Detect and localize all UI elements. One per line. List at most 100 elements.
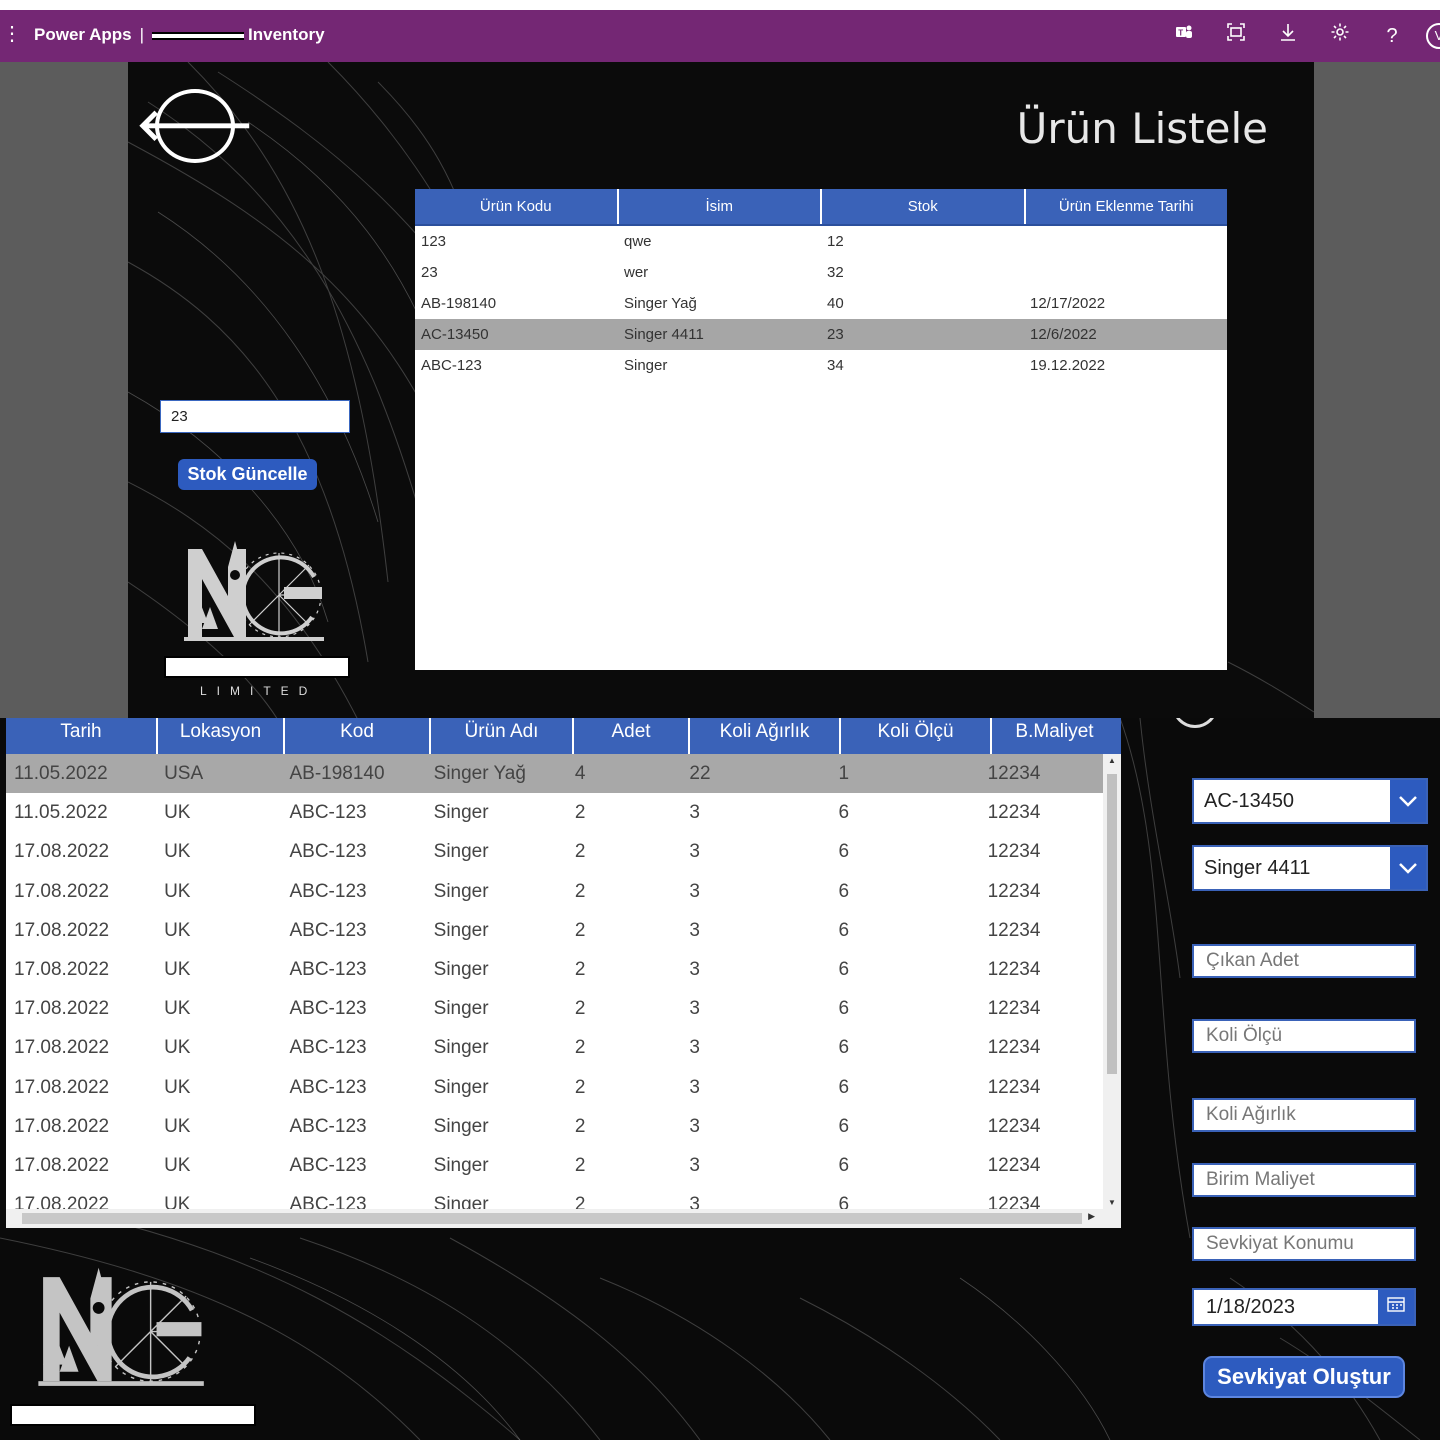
help-icon[interactable]: ? — [1366, 23, 1418, 49]
table-cell: 12234 — [987, 763, 1041, 784]
stok-guncelle-button[interactable]: Stok Güncelle — [178, 459, 317, 490]
scroll-thumb[interactable] — [22, 1213, 1082, 1224]
table-cell: Singer — [433, 919, 489, 941]
table-cell: 6 — [838, 1194, 850, 1209]
column-header[interactable]: Tarih — [6, 718, 158, 754]
column-header[interactable]: Kod — [285, 718, 431, 754]
table-cell: 12234 — [987, 1154, 1041, 1176]
scroll-thumb[interactable] — [1107, 774, 1117, 1074]
column-header[interactable]: İsim — [619, 189, 822, 224]
table-row[interactable]: 17.08.2022 UK ABC-123 Singer 2 3 6 12234 — [6, 1185, 1103, 1209]
table-row[interactable]: 17.08.2022 UK ABC-123 Singer 2 3 6 12234 — [6, 950, 1103, 989]
stock-input[interactable]: 23 — [160, 400, 350, 433]
column-header[interactable]: Ürün Kodu — [415, 189, 619, 224]
table-row[interactable]: AB-198140 Singer Yağ 40 12/17/2022 — [415, 288, 1227, 319]
download-icon[interactable] — [1262, 22, 1314, 49]
table-cell: 2 — [574, 841, 586, 863]
table-cell: 17.08.2022 — [14, 880, 110, 902]
date-picker[interactable]: 1/18/2023 — [1192, 1288, 1416, 1326]
scroll-down-icon[interactable]: ▼ — [1103, 1198, 1121, 1207]
table-cell: 3 — [689, 1076, 700, 1098]
table-cell: ABC-123 — [289, 1037, 367, 1059]
table-cell: 3 — [689, 1115, 700, 1137]
table-row[interactable]: 17.08.2022 UK ABC-123 Singer 2 3 6 12234 — [6, 911, 1103, 950]
table-row[interactable]: 11.05.2022 USA AB-198140 Singer Yağ 4 22 1 1223… — [6, 754, 1103, 794]
table-cell: 12 — [827, 233, 844, 250]
table-row[interactable]: 17.08.2022 UK ABC-123 Singer 2 3 6 12234 — [6, 1146, 1103, 1185]
table-row[interactable]: 17.08.2022 UK ABC-123 Singer 2 3 6 12234 — [6, 832, 1103, 871]
table-cell: 6 — [838, 958, 850, 980]
sevkiyat-table-header: Tarih Lokasyon Kod Ürün Adı Adet Koli Ağ… — [6, 718, 1121, 754]
column-header[interactable]: Stok — [822, 189, 1026, 224]
sevkiyat-screen: Tarih Lokasyon Kod Ürün Adı Adet Koli Ağ… — [0, 718, 1440, 1440]
column-header[interactable]: B.Maliyet — [992, 718, 1117, 754]
table-cell: 12234 — [987, 880, 1041, 902]
table-cell: ABC-123 — [289, 1115, 367, 1137]
calendar-icon[interactable] — [1378, 1290, 1414, 1324]
table-cell: 4 — [574, 763, 586, 784]
table-cell: qwe — [624, 233, 652, 250]
table-cell: Singer Yağ — [624, 295, 697, 312]
avatar[interactable]: V — [1426, 22, 1440, 49]
company-logo — [184, 541, 324, 641]
fit-screen-icon[interactable] — [1210, 22, 1262, 49]
product-name-dropdown[interactable]: Singer 4411 — [1192, 845, 1428, 891]
koli-olcu-input[interactable]: Koli Ölçü — [1192, 1019, 1416, 1053]
cikan-adet-input[interactable]: Çıkan Adet — [1192, 944, 1416, 978]
chevron-down-icon[interactable] — [1390, 780, 1426, 822]
sevkiyat-olustur-button[interactable]: Sevkiyat Oluştur — [1203, 1356, 1405, 1398]
table-cell: Singer — [433, 1037, 489, 1059]
table-cell: ABC-123 — [421, 357, 482, 374]
table-cell: 6 — [838, 880, 850, 902]
table-cell: 2 — [574, 802, 586, 824]
table-cell: 6 — [838, 1037, 850, 1059]
product-code-dropdown[interactable]: AC-13450 — [1192, 778, 1428, 824]
table-row[interactable]: 17.08.2022 UK ABC-123 Singer 2 3 6 12234 — [6, 1028, 1103, 1067]
table-cell: 6 — [838, 998, 850, 1020]
table-cell: 1 — [838, 763, 850, 784]
table-cell: 2 — [574, 1076, 586, 1098]
table-row[interactable]: ABC-123 Singer 34 19.12.2022 — [415, 350, 1227, 381]
table-cell: 2 — [574, 919, 586, 941]
table-row[interactable]: AC-13450 Singer 4411 23 12/6/2022 — [415, 319, 1227, 350]
table-row[interactable]: 23 wer 32 — [415, 257, 1227, 288]
settings-icon[interactable] — [1314, 22, 1366, 49]
column-header[interactable]: Ürün Eklenme Tarihi — [1026, 189, 1228, 224]
column-header[interactable]: Koli Ölçü — [841, 718, 992, 754]
scroll-up-icon[interactable]: ▲ — [1103, 756, 1121, 765]
table-cell: 2 — [574, 1194, 586, 1209]
column-header[interactable]: Adet — [574, 718, 690, 754]
table-cell: 12234 — [987, 919, 1041, 941]
chevron-down-icon[interactable] — [1390, 847, 1426, 889]
table-cell: 12234 — [987, 841, 1041, 863]
birim-maliyet-input[interactable]: Birim Maliyet — [1192, 1163, 1416, 1197]
teams-icon[interactable]: T — [1158, 22, 1210, 49]
table-row[interactable]: 123 qwe 12 — [415, 226, 1227, 257]
sevkiyat-konumu-input[interactable]: Sevkiyat Konumu — [1192, 1227, 1416, 1261]
scroll-right-icon[interactable]: ▶ — [1088, 1211, 1095, 1222]
table-cell: wer — [624, 264, 649, 281]
table-cell: 17.08.2022 — [14, 1154, 110, 1176]
table-row[interactable]: 17.08.2022 UK ABC-123 Singer 2 3 6 12234 — [6, 1068, 1103, 1107]
power-apps-header: ⋮ Power Apps | Inventory T ? V — [0, 10, 1440, 62]
column-header[interactable]: Koli Ağırlık — [690, 718, 841, 754]
table-row[interactable]: 17.08.2022 UK ABC-123 Singer 2 3 6 12234 — [6, 989, 1103, 1028]
table-cell: Singer — [433, 802, 489, 824]
table-cell: 19.12.2022 — [1030, 357, 1106, 374]
column-header[interactable]: Lokasyon — [158, 718, 285, 754]
table-cell: 6 — [838, 1115, 850, 1137]
table-cell: 12234 — [987, 1076, 1041, 1098]
back-button[interactable]: 🡐 — [136, 89, 254, 163]
table-cell: 17.08.2022 — [14, 958, 110, 980]
app-launcher-icon[interactable]: ⋮ — [2, 24, 22, 44]
table-cell: UK — [164, 1194, 191, 1209]
table-row[interactable]: 17.08.2022 UK ABC-123 Singer 2 3 6 12234 — [6, 872, 1103, 911]
koli-agirlik-input[interactable]: Koli Ağırlık — [1192, 1098, 1416, 1132]
horizontal-scrollbar[interactable]: ▶ — [6, 1209, 1121, 1228]
column-header[interactable]: Ürün Adı — [431, 718, 574, 754]
table-cell: ABC-123 — [289, 1194, 367, 1209]
vertical-scrollbar[interactable]: ▲ ▼ — [1103, 754, 1121, 1209]
redacted-company-name — [10, 1404, 256, 1426]
table-row[interactable]: 17.08.2022 UK ABC-123 Singer 2 3 6 12234 — [6, 1107, 1103, 1146]
table-row[interactable]: 11.05.2022 UK ABC-123 Singer 2 3 6 12234 — [6, 793, 1103, 832]
